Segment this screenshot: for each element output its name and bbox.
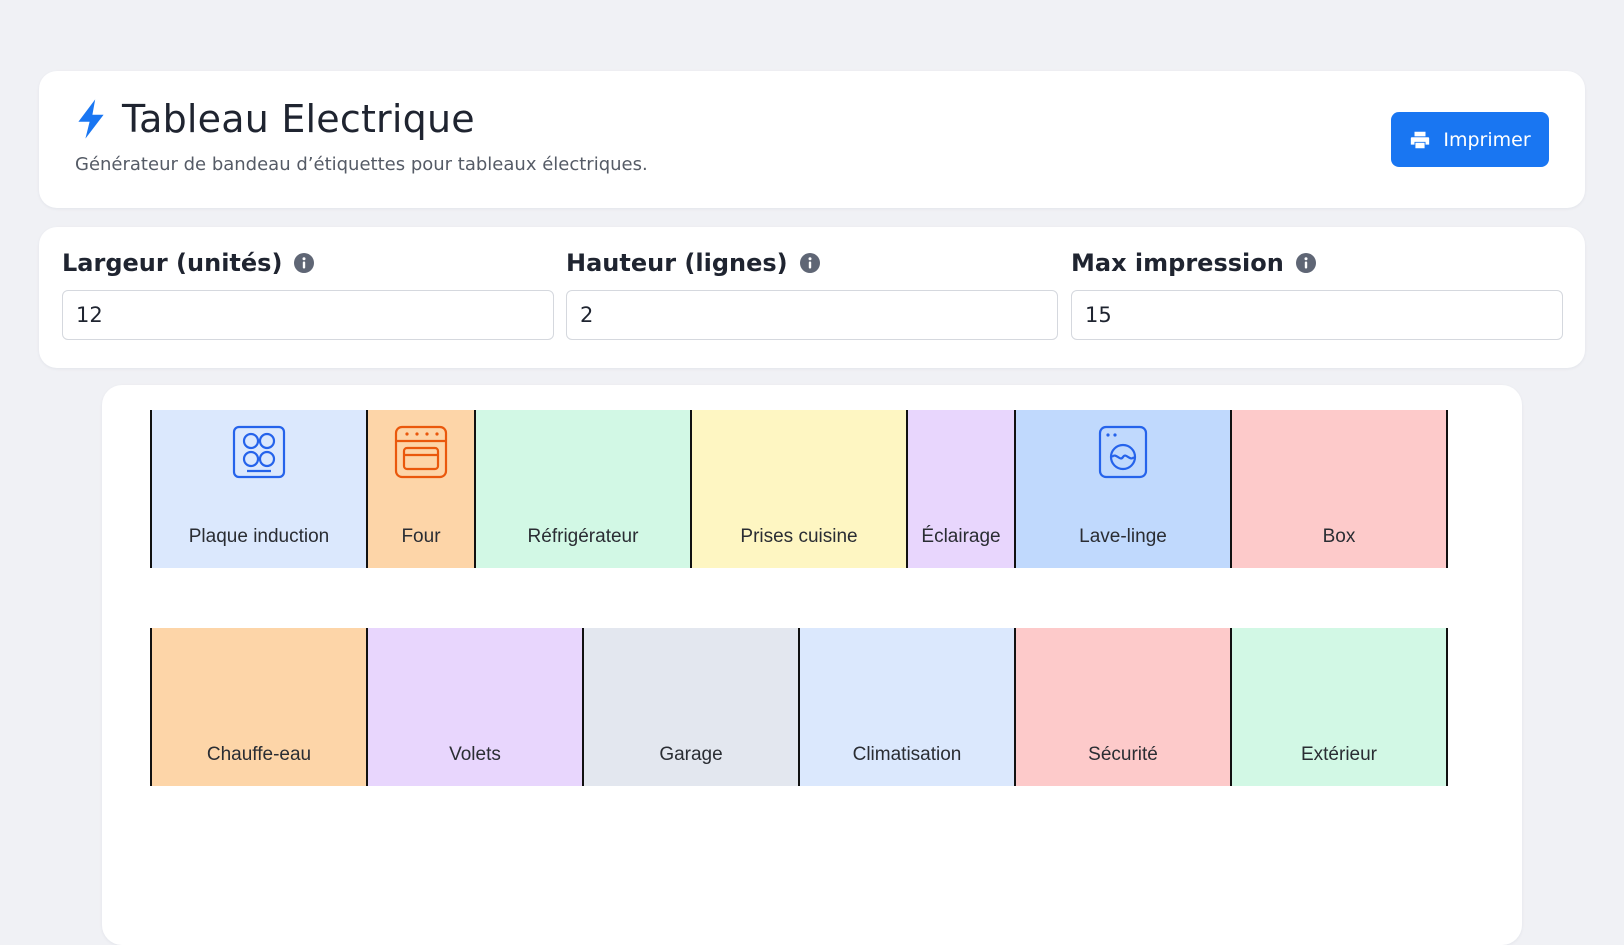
label-cell[interactable]: Lave-linge	[1016, 410, 1232, 568]
max-label: Max impression	[1071, 249, 1563, 277]
label-cell-text: Lave-linge	[1079, 526, 1167, 547]
title-row: Tableau Electrique	[74, 97, 475, 141]
lightning-bolt-icon	[78, 99, 104, 139]
info-icon[interactable]	[799, 253, 820, 273]
print-button[interactable]: Imprimer	[1391, 112, 1549, 167]
height-label-text: Hauteur (lignes)	[566, 249, 788, 277]
label-cell[interactable]: Volets	[368, 628, 584, 786]
width-label-text: Largeur (unités)	[62, 249, 283, 277]
label-cell-text: Volets	[449, 744, 501, 765]
height-input[interactable]	[566, 290, 1058, 340]
label-cell-text: Chauffe-eau	[206, 744, 312, 765]
width-label: Largeur (unités)	[62, 249, 554, 277]
label-cell-text: Garage	[659, 744, 723, 765]
label-cell[interactable]: Chauffe-eau	[152, 628, 368, 786]
oven-icon	[394, 425, 448, 479]
info-icon[interactable]	[1295, 253, 1316, 273]
label-cell-text: Extérieur	[1300, 744, 1378, 765]
max-label-text: Max impression	[1071, 249, 1284, 277]
label-cell-text: Éclairage	[921, 526, 1001, 547]
label-cell[interactable]: Box	[1232, 410, 1448, 568]
page-subtitle: Générateur de bandeau d’étiquettes pour …	[75, 154, 648, 175]
max-input[interactable]	[1071, 290, 1563, 340]
label-cell[interactable]: Réfrigérateur	[476, 410, 692, 568]
label-cell[interactable]: Sécurité	[1016, 628, 1232, 786]
label-cell-text: Box	[1322, 526, 1356, 547]
label-cell[interactable]: Climatisation	[800, 628, 1016, 786]
label-cell[interactable]: Garage	[584, 628, 800, 786]
settings-card: Largeur (unités) Hauteur (lignes) Max im…	[39, 227, 1585, 368]
label-cell-text: Réfrigérateur	[527, 526, 639, 547]
label-cell-text: Sécurité	[1088, 744, 1158, 765]
height-field-group: Hauteur (lignes)	[566, 249, 1058, 340]
label-cell[interactable]: Éclairage	[908, 410, 1016, 568]
info-icon[interactable]	[294, 253, 315, 273]
header-card: Tableau Electrique Générateur de bandeau…	[39, 71, 1585, 208]
width-input[interactable]	[62, 290, 554, 340]
label-cell-text: Climatisation	[852, 744, 962, 765]
height-label: Hauteur (lignes)	[566, 249, 1058, 277]
label-cell[interactable]: Prises cuisine	[692, 410, 908, 568]
print-button-label: Imprimer	[1443, 128, 1531, 151]
label-strip-row-1: Plaque induction Four Réfrigérateur Prises …	[150, 410, 1448, 568]
label-cell[interactable]: Plaque induction	[152, 410, 368, 568]
label-cell-text: Plaque induction	[188, 526, 330, 547]
label-cell-text: Four	[401, 526, 441, 547]
label-cell[interactable]: Four	[368, 410, 476, 568]
induction-hob-icon	[232, 425, 286, 479]
washing-machine-icon	[1098, 425, 1148, 479]
label-strip-row-2: Chauffe-eau Volets Garage Climatisation Sécu…	[150, 628, 1448, 786]
label-cell[interactable]: Extérieur	[1232, 628, 1448, 786]
label-cell-text: Prises cuisine	[740, 526, 858, 547]
printer-icon	[1411, 131, 1430, 148]
width-field-group: Largeur (unités)	[62, 249, 554, 340]
page-title: Tableau Electrique	[122, 97, 475, 141]
max-field-group: Max impression	[1071, 249, 1563, 340]
